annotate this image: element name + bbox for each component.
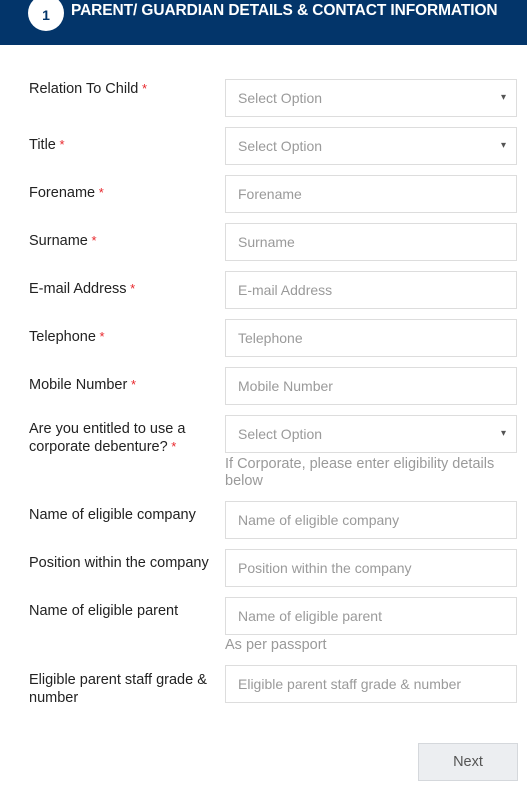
text-input[interactable]: Name of eligible company — [225, 501, 517, 539]
section-header: 1 PARENT/ GUARDIAN DETAILS & CONTACT INF… — [0, 0, 527, 45]
field-label: Title * — [29, 136, 214, 154]
field-label-text: Position within the company — [29, 555, 209, 571]
field-label: Forename * — [29, 184, 214, 202]
text-input[interactable]: Surname — [225, 223, 517, 261]
input-placeholder: Forename — [238, 186, 302, 202]
field-helper-text: As per passport — [225, 637, 327, 653]
input-placeholder: Position within the company — [238, 560, 412, 576]
field-label: Eligible parent staff grade & number — [29, 671, 214, 707]
select-field[interactable]: Select Option ▾ — [225, 415, 517, 453]
input-placeholder: Eligible parent staff grade & number — [238, 676, 462, 692]
required-asterisk: * — [55, 137, 65, 152]
chevron-down-icon: ▾ — [500, 140, 506, 151]
required-asterisk: * — [87, 233, 97, 248]
field-label: Surname * — [29, 232, 214, 250]
field-label-text: Relation To Child — [29, 81, 139, 97]
text-input[interactable]: Name of eligible parent — [225, 597, 517, 635]
next-button[interactable]: Next — [418, 743, 518, 781]
field-label: Mobile Number * — [29, 376, 214, 394]
field-label-text: Name of eligible parent — [29, 603, 179, 619]
select-value: Select Option — [238, 138, 323, 154]
field-label: Are you entitled to use a corporate debe… — [29, 420, 214, 456]
step-number-label: 1 — [42, 7, 50, 23]
page-title: PARENT/ GUARDIAN DETAILS & CONTACT INFOR… — [71, 2, 498, 19]
field-label-text: E-mail Address — [29, 281, 127, 297]
chevron-down-icon: ▾ — [500, 92, 506, 103]
required-asterisk: * — [127, 377, 136, 392]
text-input[interactable]: E-mail Address — [225, 271, 517, 309]
select-value: Select Option — [238, 90, 323, 106]
field-helper-text: If Corporate, please enter eligibility d… — [225, 456, 495, 489]
input-placeholder: Telephone — [238, 330, 303, 346]
select-value: Select Option — [238, 426, 323, 442]
registration-form-page: 1 PARENT/ GUARDIAN DETAILS & CONTACT INF… — [0, 0, 527, 800]
select-field[interactable]: Select Option ▾ — [225, 79, 517, 117]
text-input[interactable]: Mobile Number — [225, 367, 517, 405]
field-label-text: Forename — [29, 185, 96, 201]
input-placeholder: Surname — [238, 234, 295, 250]
required-asterisk: * — [167, 439, 177, 454]
field-label-text: Telephone — [29, 329, 96, 345]
required-asterisk: * — [95, 185, 104, 200]
required-asterisk: * — [126, 281, 136, 296]
required-asterisk: * — [138, 81, 148, 96]
required-asterisk: * — [95, 329, 105, 344]
text-input[interactable]: Telephone — [225, 319, 517, 357]
input-placeholder: E-mail Address — [238, 282, 333, 298]
field-label: Relation To Child * — [29, 80, 214, 98]
chevron-down-icon: ▾ — [500, 428, 506, 439]
field-label-text: Mobile Number — [29, 377, 128, 393]
field-label: Name of eligible parent — [29, 602, 214, 620]
field-label-text: Title — [29, 137, 56, 153]
field-label: Position within the company — [29, 554, 214, 572]
text-input[interactable]: Forename — [225, 175, 517, 213]
field-label-text: Name of eligible company — [29, 507, 196, 523]
field-label-text: Surname — [29, 233, 88, 249]
input-placeholder: Mobile Number — [238, 378, 333, 394]
step-number-badge: 1 — [28, 0, 64, 31]
text-input[interactable]: Position within the company — [225, 549, 517, 587]
field-label: E-mail Address * — [29, 280, 214, 298]
select-field[interactable]: Select Option ▾ — [225, 127, 517, 165]
field-label-text: Are you entitled to use a corporate debe… — [29, 421, 186, 455]
input-placeholder: Name of eligible company — [238, 512, 400, 528]
input-placeholder: Name of eligible parent — [238, 608, 382, 624]
field-label: Name of eligible company — [29, 506, 214, 524]
field-label: Telephone * — [29, 328, 214, 346]
text-input[interactable]: Eligible parent staff grade & number — [225, 665, 517, 703]
field-label-text: Eligible parent staff grade & number — [29, 672, 207, 706]
